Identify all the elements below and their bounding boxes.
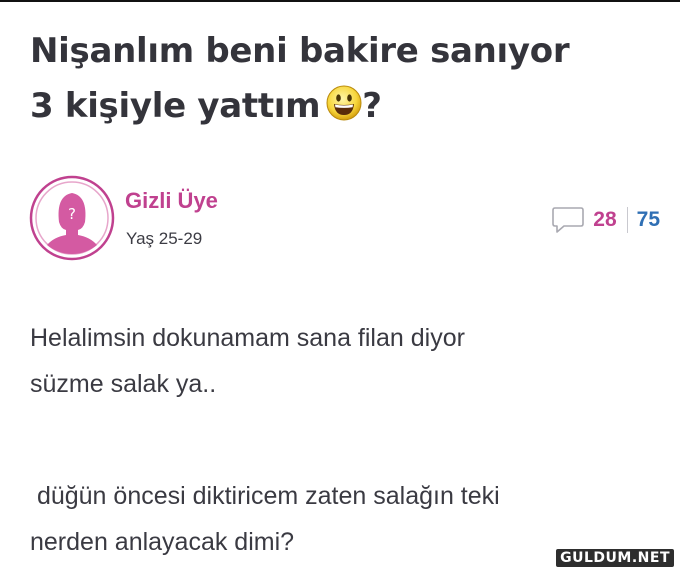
author-name[interactable]: Gizli Üye [125,188,218,214]
top-border [0,0,680,2]
view-count: 75 [636,208,660,231]
comment-bubble-icon[interactable] [551,205,585,235]
grinning-face-emoji-icon [326,85,362,121]
post-title-question-mark: ? [362,86,382,126]
post-body-line: düğün öncesi diktiricem zaten salağın te… [30,482,500,510]
post-title-line-2-text: 3 kişiyle yattım [30,86,321,126]
post-body-line: Helalimsin dokunamam sana filan diyor [30,324,465,352]
post-body-paragraph-1: Helalimsin dokunamam sana filan diyor sü… [30,315,660,407]
post-stats: 28 75 [551,203,660,237]
post-title-line-1: Nişanlım beni bakire sanıyor [30,31,570,71]
author-age: Yaş 25-29 [126,229,203,248]
post-title: Nişanlım beni bakire sanıyor 3 kişiyle y… [30,24,660,134]
anonymous-female-avatar-icon[interactable]: ? [28,174,116,262]
author-block[interactable]: ? Gizli Üye Yaş 25-29 [28,174,328,262]
comment-count[interactable]: 28 [593,208,616,232]
site-watermark: GULDUM.NET [556,549,674,567]
svg-text:?: ? [68,205,76,223]
post-body-line: süzme salak ya.. [30,370,217,398]
stats-divider [626,207,628,233]
post-title-line-2: 3 kişiyle yattım ? [30,79,660,134]
